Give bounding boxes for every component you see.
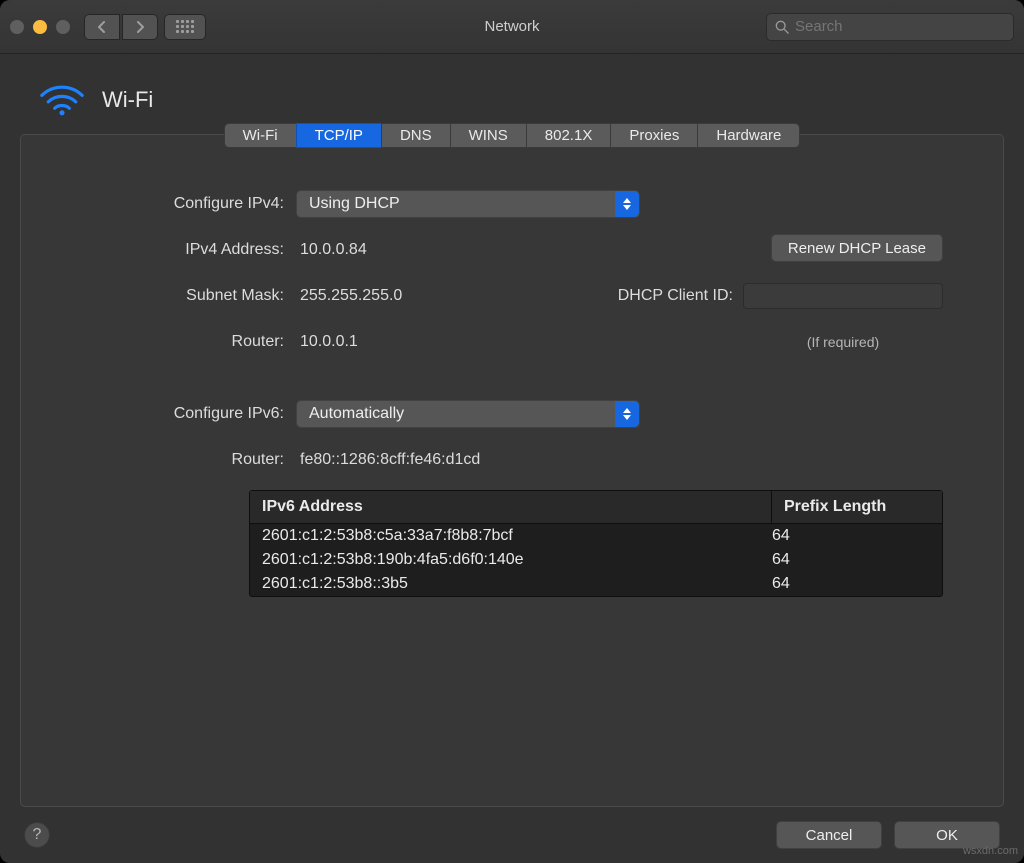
- ipv4-router-label: Router:: [81, 333, 296, 351]
- ipv4-address-label: IPv4 Address:: [81, 241, 296, 259]
- renew-dhcp-lease-button[interactable]: Renew DHCP Lease: [771, 234, 943, 262]
- ipv6-address-table: IPv6 Address Prefix Length 2601:c1:2:53b…: [249, 490, 943, 597]
- select-stepper-icon: [615, 191, 639, 217]
- ipv6-router-label: Router:: [81, 451, 296, 469]
- col-ipv6-address[interactable]: IPv6 Address: [250, 491, 772, 523]
- grid-icon: [176, 20, 194, 33]
- tab-wi-fi[interactable]: Wi-Fi: [224, 123, 297, 148]
- search-field[interactable]: [766, 13, 1014, 41]
- network-preferences-window: Network Wi-Fi Wi-FiTCP/IPDNSWINS802.1XPr…: [0, 0, 1024, 863]
- ipv4-address-value: 10.0.0.84: [296, 241, 367, 259]
- forward-button[interactable]: [122, 14, 158, 40]
- dialog-footer: ? Cancel OK: [0, 807, 1024, 863]
- configure-ipv4-value: Using DHCP: [309, 195, 400, 213]
- window-controls: [10, 20, 70, 34]
- tab-proxies[interactable]: Proxies: [610, 123, 698, 148]
- ipv4-router-value: 10.0.0.1: [296, 333, 358, 351]
- configure-ipv6-label: Configure IPv6:: [81, 405, 296, 423]
- tab-tcp-ip[interactable]: TCP/IP: [296, 123, 382, 148]
- prefix-length-cell: 64: [772, 575, 930, 593]
- dhcp-client-id-hint: (If required): [743, 334, 943, 350]
- table-header: IPv6 Address Prefix Length: [250, 491, 942, 524]
- tcpip-form: Configure IPv4: Using DHCP IPv4 Address:…: [21, 148, 1003, 476]
- table-row[interactable]: 2601:c1:2:53b8::3b564: [250, 572, 942, 596]
- ipv6-router-value: fe80::1286:8cff:fe46:d1cd: [296, 451, 480, 469]
- window-title: Network: [484, 18, 539, 35]
- tab-wins[interactable]: WINS: [450, 123, 527, 148]
- configure-ipv6-value: Automatically: [309, 405, 404, 423]
- configure-ipv4-label: Configure IPv4:: [81, 195, 296, 213]
- tab-802-1x[interactable]: 802.1X: [526, 123, 612, 148]
- select-stepper-icon: [615, 401, 639, 427]
- titlebar: Network: [0, 0, 1024, 54]
- table-row[interactable]: 2601:c1:2:53b8:190b:4fa5:d6f0:140e64: [250, 548, 942, 572]
- configure-ipv6-select[interactable]: Automatically: [296, 400, 640, 428]
- subnet-mask-label: Subnet Mask:: [81, 287, 296, 305]
- show-all-button[interactable]: [164, 14, 206, 40]
- configure-ipv4-select[interactable]: Using DHCP: [296, 190, 640, 218]
- dhcp-client-id-label: DHCP Client ID:: [618, 287, 733, 305]
- help-button[interactable]: ?: [24, 822, 50, 848]
- back-button[interactable]: [84, 14, 120, 40]
- ipv6-address-cell: 2601:c1:2:53b8:c5a:33a7:f8b8:7bcf: [262, 527, 772, 545]
- tab-dns[interactable]: DNS: [381, 123, 451, 148]
- prefix-length-cell: 64: [772, 551, 930, 569]
- ipv6-address-cell: 2601:c1:2:53b8:190b:4fa5:d6f0:140e: [262, 551, 772, 569]
- prefix-length-cell: 64: [772, 527, 930, 545]
- ipv6-address-cell: 2601:c1:2:53b8::3b5: [262, 575, 772, 593]
- dhcp-client-id-input[interactable]: [743, 283, 943, 309]
- content-area: Wi-Fi Wi-FiTCP/IPDNSWINS802.1XProxiesHar…: [0, 54, 1024, 863]
- cancel-button[interactable]: Cancel: [776, 821, 882, 849]
- subnet-mask-value: 255.255.255.0: [296, 287, 402, 305]
- nav-back-forward: [84, 14, 158, 40]
- col-prefix-length[interactable]: Prefix Length: [772, 491, 942, 523]
- search-icon: [775, 20, 789, 34]
- interface-title: Wi-Fi: [102, 87, 153, 113]
- wifi-icon: [40, 84, 84, 116]
- close-window-button[interactable]: [10, 20, 24, 34]
- interface-header: Wi-Fi: [0, 54, 1024, 134]
- watermark: wsxdn.com: [963, 845, 1018, 857]
- search-input[interactable]: [795, 18, 1005, 35]
- minimize-window-button[interactable]: [33, 20, 47, 34]
- settings-panel: Wi-FiTCP/IPDNSWINS802.1XProxiesHardware …: [20, 134, 1004, 807]
- table-row[interactable]: 2601:c1:2:53b8:c5a:33a7:f8b8:7bcf64: [250, 524, 942, 548]
- tab-hardware[interactable]: Hardware: [697, 123, 800, 148]
- zoom-window-button[interactable]: [56, 20, 70, 34]
- tabs: Wi-FiTCP/IPDNSWINS802.1XProxiesHardware: [21, 123, 1003, 148]
